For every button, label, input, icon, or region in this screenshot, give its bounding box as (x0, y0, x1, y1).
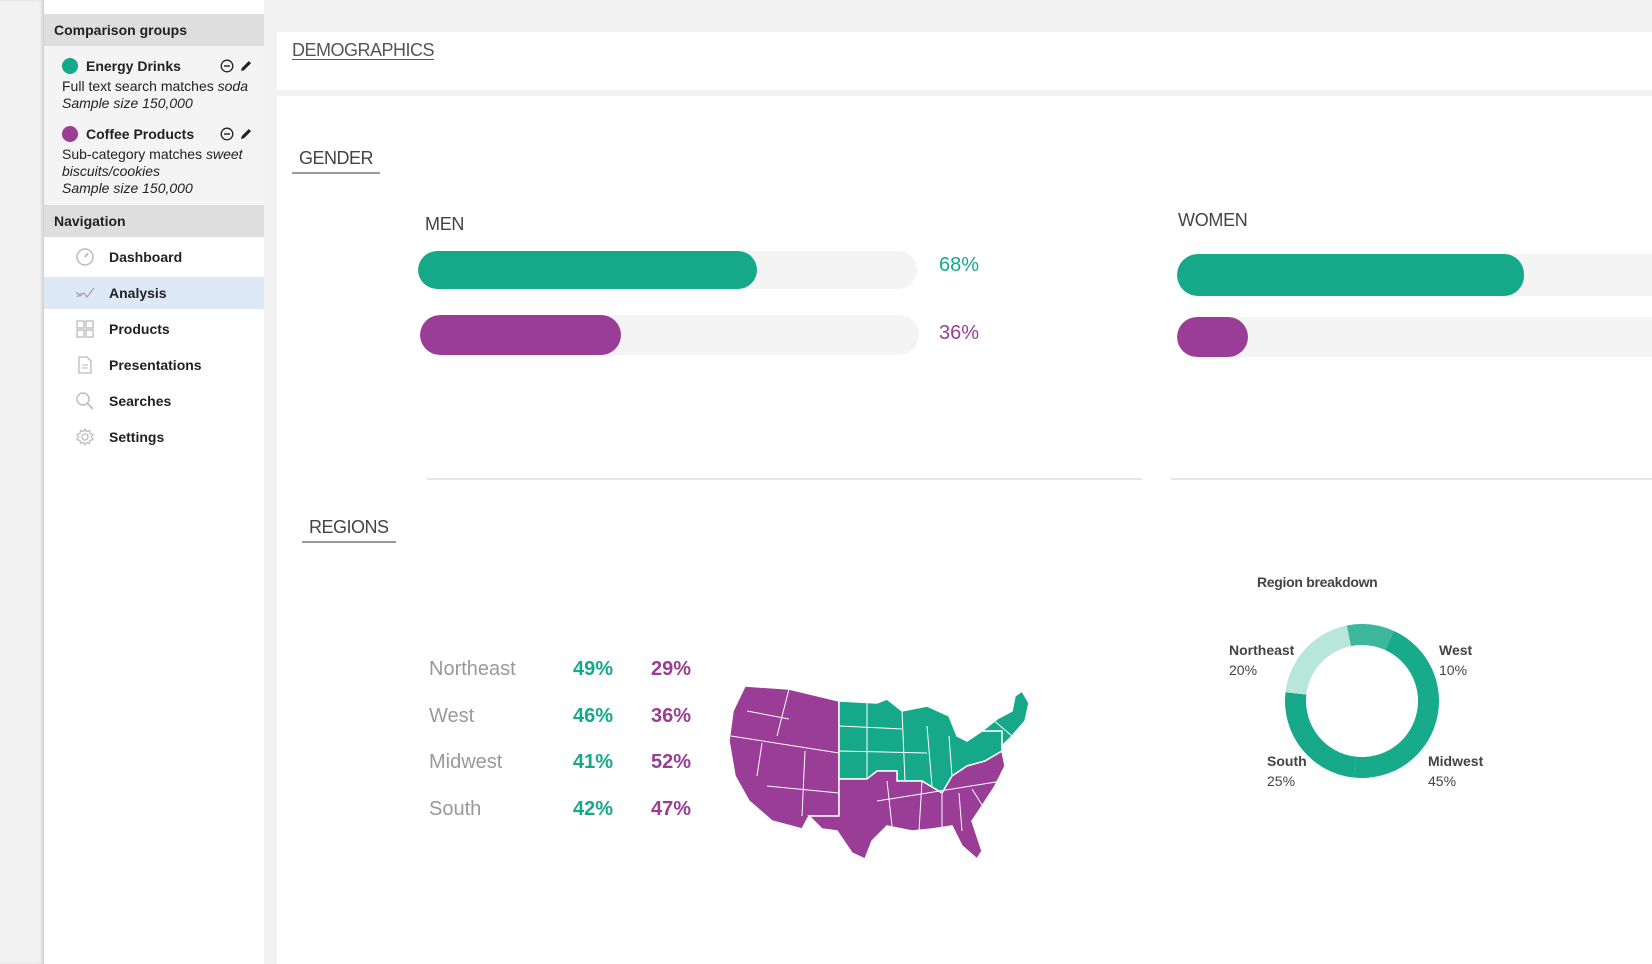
main-content: DEMOGRAPHICS GENDER MEN 68% 36% WOMEN RE… (277, 32, 1652, 964)
men-group1-value: 68% (939, 254, 980, 276)
edit-group-icon[interactable] (238, 126, 254, 142)
region-group2-value: 29% (651, 657, 692, 680)
edit-group-icon[interactable] (238, 58, 254, 74)
nav-item-analysis[interactable]: Analysis (44, 277, 264, 309)
page-header: DEMOGRAPHICS (277, 32, 1652, 90)
navigation: Dashboard Analysis Products Presentation… (44, 237, 264, 455)
donut-slice-west (1346, 624, 1394, 651)
divider (1171, 478, 1652, 480)
donut-title: Region breakdown (1257, 574, 1378, 590)
group-name: Energy Drinks (86, 58, 181, 74)
analysis-icon (74, 282, 96, 304)
region-name: West (429, 704, 475, 727)
region-name: Midwest (429, 750, 503, 773)
group-color-dot (62, 58, 78, 74)
region-name: Northeast (429, 657, 516, 680)
region-group1-value: 46% (573, 704, 614, 727)
donut-label-west: West 10% (1439, 642, 1473, 678)
sidebar: Comparison groups Energy Drinks Full tex… (44, 14, 264, 964)
remove-group-icon[interactable] (219, 58, 235, 74)
group-sample-size: Sample size 150,000 (62, 95, 193, 111)
group-sample-size: Sample size 150,000 (62, 180, 193, 196)
group-criteria: Sub-category matches sweet biscuits/cook… (62, 146, 243, 179)
region-row: Midwest 41% 52% (429, 747, 729, 777)
navigation-header: Navigation (44, 205, 264, 237)
comparison-group: Energy Drinks Full text search matches s… (62, 54, 254, 112)
group-name: Coffee Products (86, 126, 195, 142)
settings-icon (74, 426, 96, 448)
nav-label: Dashboard (109, 249, 183, 265)
group-criteria: Full text search matches soda (62, 78, 248, 94)
women-group1-bar (1177, 254, 1652, 296)
comparison-groups: Energy Drinks Full text search matches s… (44, 46, 264, 205)
us-region-map (728, 685, 1030, 861)
nav-label: Presentations (109, 357, 202, 373)
region-group2-value: 36% (651, 704, 692, 727)
nav-label: Searches (109, 393, 172, 409)
nav-label: Products (109, 321, 170, 337)
divider (427, 478, 1142, 480)
nav-item-settings[interactable]: Settings (44, 419, 264, 455)
region-row: Northeast 49% 29% (429, 654, 729, 684)
women-group1-fill (1177, 254, 1524, 296)
presentations-icon (74, 354, 96, 376)
men-label: MEN (425, 214, 465, 234)
dashboard-icon (74, 246, 96, 268)
page-title[interactable]: DEMOGRAPHICS (292, 40, 435, 61)
men-group2-fill (420, 315, 622, 355)
demographics-card: GENDER MEN 68% 36% WOMEN REGIONS Northea… (277, 96, 1652, 964)
region-row: South 42% 47% (429, 794, 729, 824)
search-icon (74, 390, 96, 412)
donut-slice-northeast (1285, 625, 1351, 695)
donut-label-northeast: Northeast 20% (1229, 642, 1295, 678)
men-group2-value: 36% (939, 322, 980, 344)
women-label: WOMEN (1178, 210, 1248, 230)
donut-label-south: South 25% (1267, 753, 1307, 789)
region-group2-value: 52% (651, 750, 692, 773)
men-group1-fill (418, 251, 758, 289)
men-group1-bar (418, 251, 917, 289)
women-group2-fill (1177, 317, 1249, 357)
donut-slice-midwest (1353, 630, 1439, 778)
sidebar-top (44, 0, 264, 14)
donut-label-midwest: Midwest 45% (1428, 753, 1484, 789)
window-edge (0, 0, 44, 964)
nav-item-presentations[interactable]: Presentations (44, 347, 264, 383)
region-group1-value: 49% (573, 657, 614, 680)
products-icon (74, 318, 96, 340)
nav-item-products[interactable]: Products (44, 311, 264, 347)
regions-section-title: REGIONS (302, 517, 396, 543)
women-group2-bar (1177, 317, 1652, 357)
gender-section-title: GENDER (292, 148, 381, 174)
remove-group-icon[interactable] (219, 126, 235, 142)
nav-label: Settings (109, 429, 165, 445)
men-group2-bar (420, 315, 919, 355)
region-group2-value: 47% (651, 797, 692, 820)
comparison-groups-header: Comparison groups (44, 14, 264, 46)
region-group1-value: 42% (573, 797, 614, 820)
comparison-group: Coffee Products Sub-category matches swe… (62, 122, 254, 197)
nav-label: Analysis (109, 285, 167, 301)
region-row: West 46% 36% (429, 701, 729, 731)
nav-item-dashboard[interactable]: Dashboard (44, 239, 264, 275)
group-color-dot (62, 126, 78, 142)
nav-item-searches[interactable]: Searches (44, 383, 264, 419)
region-group1-value: 41% (573, 750, 614, 773)
region-name: South (429, 797, 482, 820)
